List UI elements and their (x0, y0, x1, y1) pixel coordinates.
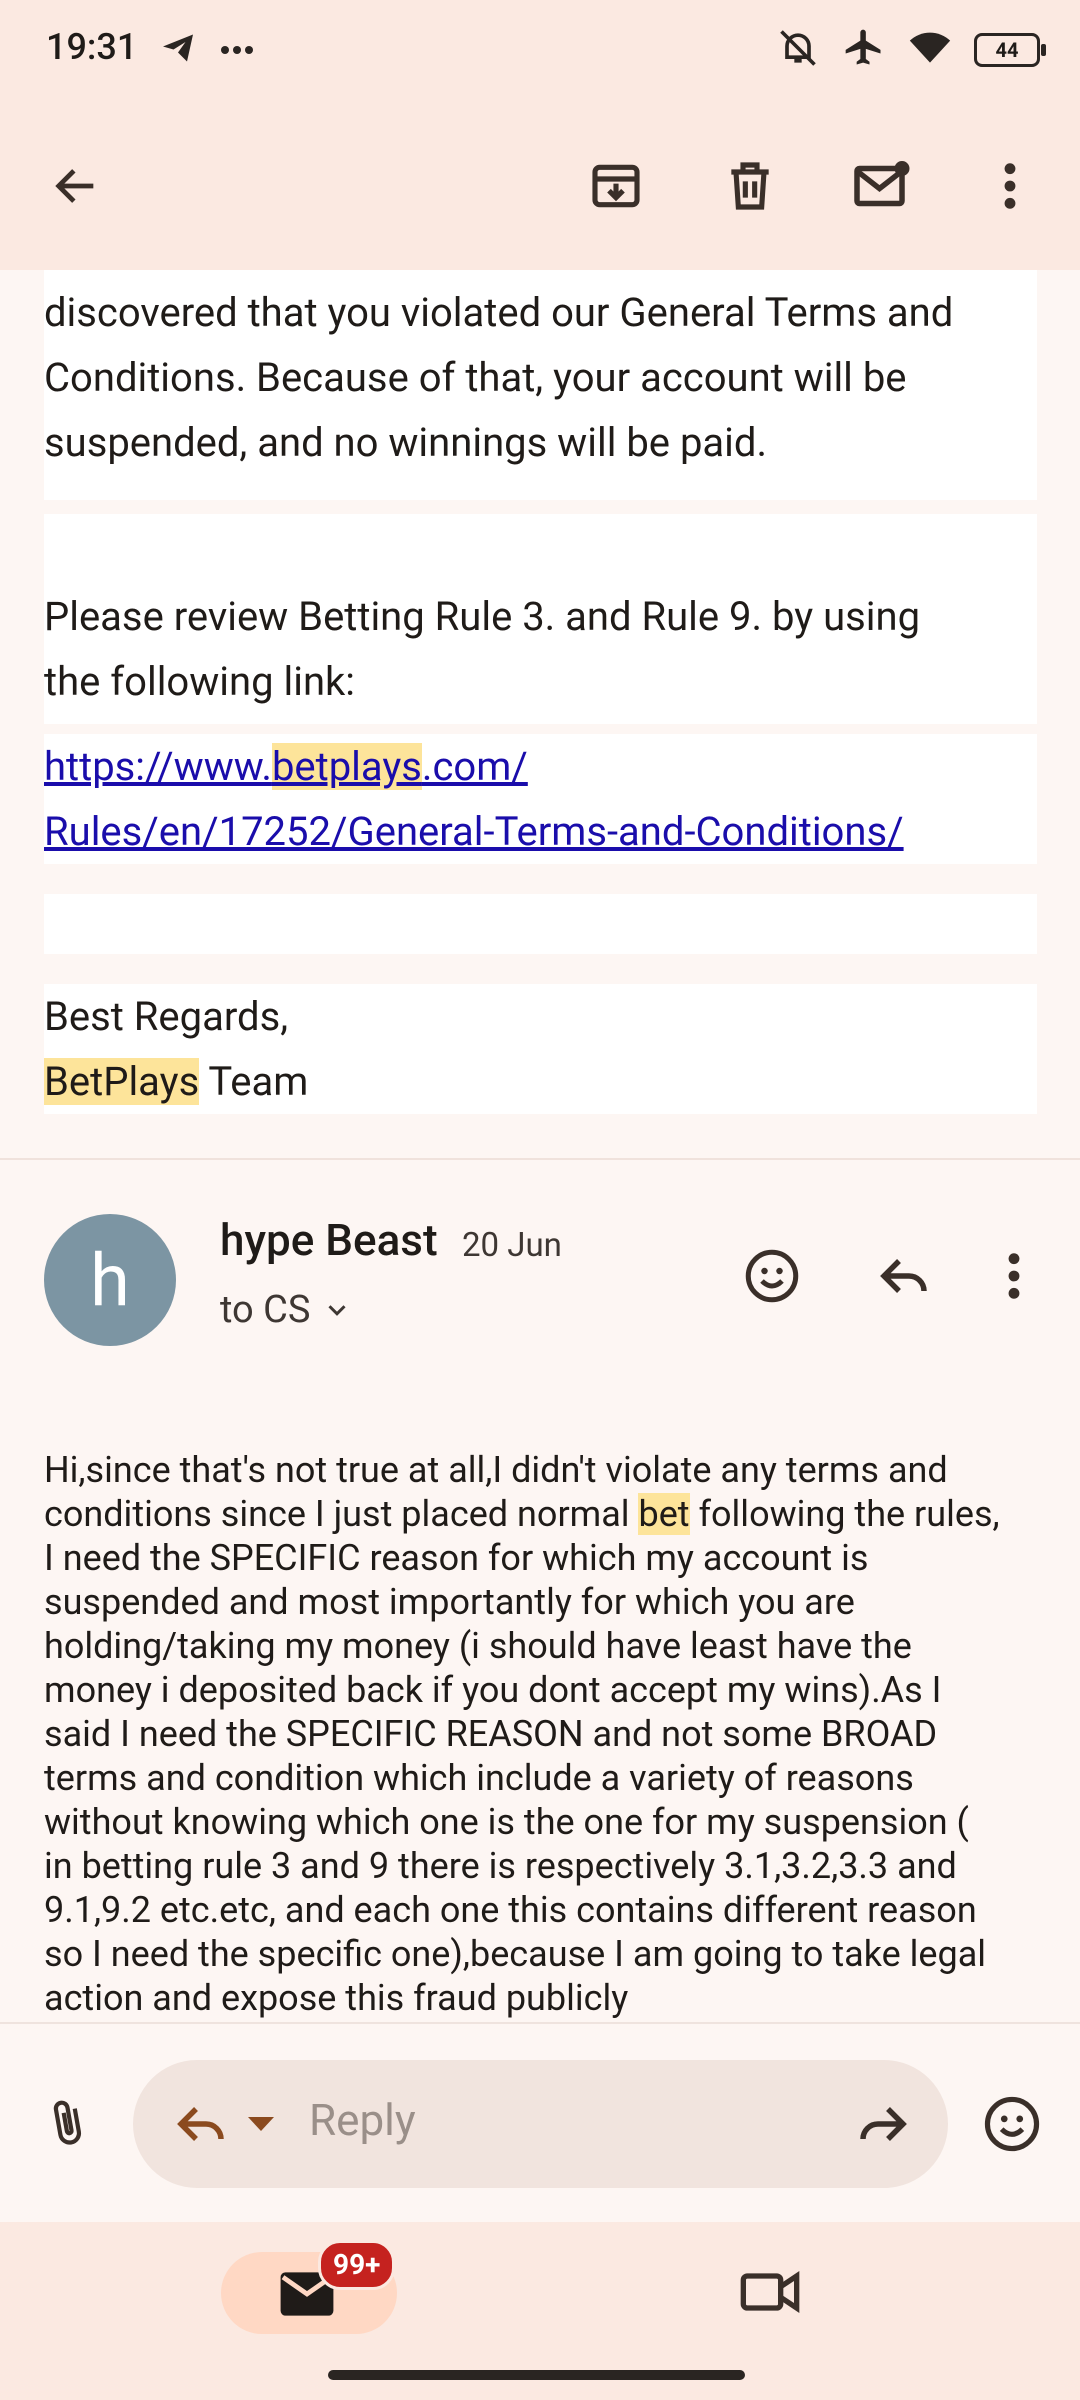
mark-unread-icon (854, 161, 910, 207)
caret-down-icon (248, 2117, 274, 2131)
nav-meet-tab[interactable] (730, 2252, 810, 2332)
archive-button[interactable] (580, 150, 652, 222)
status-bar: 19:31 44 (0, 0, 1080, 100)
reply-icon (177, 2107, 224, 2141)
body-line: action and expose this fraud publicly (44, 1977, 629, 2019)
body-line: without knowing which one is the one for… (44, 1801, 969, 1843)
email-thread[interactable]: discovered that you violated our General… (0, 270, 1080, 2022)
reply-button[interactable] (866, 1238, 942, 1314)
body-line: conditions since I just placed normal be… (44, 1493, 1000, 1535)
body-line: so I need the specific one),because I am… (44, 1933, 987, 1975)
avatar[interactable]: h (44, 1214, 176, 1346)
paperclip-icon (53, 2100, 82, 2145)
body-line: 9.1,9.2 etc.etc, and each one this conta… (44, 1889, 977, 1931)
message-date: 20 Jun (462, 1226, 562, 1265)
more-dots-icon (220, 41, 254, 60)
archive-icon (592, 164, 640, 208)
emoji-icon (984, 2096, 1040, 2152)
body-line: said I need the SPECIFIC REASON and not … (44, 1713, 938, 1755)
more-vert-icon (1008, 1253, 1020, 1299)
top-toolbar (0, 100, 1080, 270)
chevron-down-icon (328, 1305, 347, 1316)
unread-count-badge: 99+ (318, 2240, 396, 2290)
body-line: suspended and most importantly for which… (44, 1581, 855, 1623)
body-line: terms and condition which include a vari… (44, 1757, 914, 1799)
status-time: 19:31 (46, 26, 138, 68)
body-line: I need the SPECIFIC reason for which my … (44, 1537, 869, 1579)
body-line: holding/taking my money (i should have l… (44, 1625, 912, 1667)
reply-type-button[interactable] (163, 2086, 239, 2162)
telegram-icon (160, 30, 196, 70)
more-vert-icon (1004, 163, 1016, 209)
attach-button[interactable] (30, 2086, 106, 2162)
battery-icon: 44 (974, 33, 1046, 67)
message-divider (0, 1158, 1080, 1160)
emoji-icon (745, 1249, 799, 1303)
delete-icon (731, 162, 769, 210)
reply-placeholder: Reply (309, 2094, 416, 2146)
more-options-button[interactable] (974, 150, 1046, 222)
reply-input[interactable]: Reply (133, 2060, 948, 2188)
body-line: in betting rule 3 and 9 there is respect… (44, 1845, 957, 1887)
back-button[interactable] (40, 150, 112, 222)
forward-icon (860, 2107, 907, 2141)
reply-icon (880, 1259, 927, 1293)
reply-bar: Reply (0, 2022, 1080, 2224)
message-more-button[interactable] (984, 1238, 1044, 1314)
back-arrow-icon (55, 169, 94, 203)
rules-link[interactable]: https://www.betplays.com/ Rules/en/17252… (44, 734, 1037, 864)
wifi-icon (908, 26, 952, 74)
quoted-paragraph: discovered that you violated our General… (44, 270, 1037, 500)
sender-name: hype Beast (220, 1214, 438, 1266)
recipient-toggle[interactable]: to CS (220, 1288, 352, 1332)
home-indicator[interactable] (328, 2370, 745, 2380)
quoted-paragraph: Please review Betting Rule 3. and Rule 9… (44, 514, 1037, 724)
emoji-button[interactable] (974, 2086, 1050, 2162)
reply-type-dropdown[interactable] (241, 2100, 281, 2148)
mute-icon (776, 26, 820, 74)
message-body: Hi,since that's not true at all,I didn't… (44, 1448, 1044, 2020)
quoted-spacer (44, 894, 1037, 954)
body-line: Hi,since that's not true at all,I didn't… (44, 1449, 948, 1491)
quoted-signature: Best Regards, BetPlays Team (44, 984, 1037, 1114)
mark-unread-button[interactable] (846, 150, 918, 222)
react-button[interactable] (734, 1238, 810, 1314)
video-camera-icon (740, 2271, 800, 2313)
delete-button[interactable] (714, 150, 786, 222)
forward-button[interactable] (845, 2086, 921, 2162)
body-line: money i deposited back if you dont accep… (44, 1669, 942, 1711)
airplane-icon (842, 26, 886, 74)
